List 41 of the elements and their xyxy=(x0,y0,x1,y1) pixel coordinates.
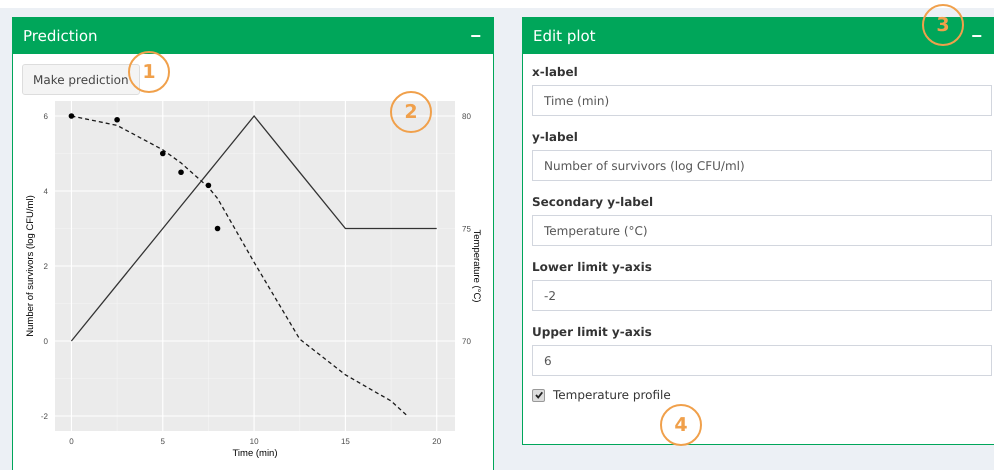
numbered-callout: 4 xyxy=(660,404,702,446)
y-tick-label: 75 xyxy=(462,224,471,234)
field-label: y-label xyxy=(532,130,579,144)
data-point xyxy=(178,169,184,176)
input-field[interactable]: Temperature (°C) xyxy=(532,215,992,246)
y-tick-label: 0 xyxy=(44,337,48,346)
x-tick-label: 20 xyxy=(432,437,442,446)
field-label: Upper limit y-axis xyxy=(532,325,653,339)
numbered-callout: 3 xyxy=(922,4,964,46)
y-tick-label: 80 xyxy=(462,112,471,121)
x-axis-title: Time (min) xyxy=(232,448,278,459)
checkbox-label: Temperature profile xyxy=(553,388,671,402)
y-tick-label: 70 xyxy=(462,337,471,346)
x-tick-label: 5 xyxy=(160,437,165,446)
field-label: x-label xyxy=(532,65,579,79)
y-tick-label: -2 xyxy=(40,412,48,421)
checkbox[interactable] xyxy=(532,388,545,402)
data-point xyxy=(214,226,220,232)
field-label: Secondary y-label xyxy=(532,195,654,209)
input-field[interactable]: 6 xyxy=(532,345,992,376)
numbered-callout: 2 xyxy=(390,91,432,133)
y-tick-label: 6 xyxy=(44,112,48,121)
data-point xyxy=(114,116,120,123)
y-axis-title: Number of survivors (log CFU/ml) xyxy=(25,195,36,337)
panel-title: Edit plot xyxy=(533,26,596,44)
x-tick-label: 15 xyxy=(340,437,350,446)
y-tick-label: 2 xyxy=(44,262,48,271)
input-field[interactable]: -2 xyxy=(532,280,992,311)
panel-title: Prediction xyxy=(23,26,98,44)
data-point xyxy=(68,113,74,119)
data-point xyxy=(160,150,166,156)
secondary-y-axis-title: Temperature (°C) xyxy=(471,230,482,302)
input-field[interactable]: Number of survivors (log CFU/ml) xyxy=(532,150,992,181)
x-tick-label: 0 xyxy=(69,437,74,446)
x-tick-label: 10 xyxy=(250,437,259,446)
numbered-callout: 1 xyxy=(128,51,170,93)
y-tick-label: 4 xyxy=(44,187,48,196)
field-label: Lower limit y-axis xyxy=(532,260,653,274)
input-field[interactable]: Time (min) xyxy=(532,85,992,116)
make-prediction-button[interactable]: Make prediction xyxy=(22,64,140,95)
data-point xyxy=(206,182,212,188)
